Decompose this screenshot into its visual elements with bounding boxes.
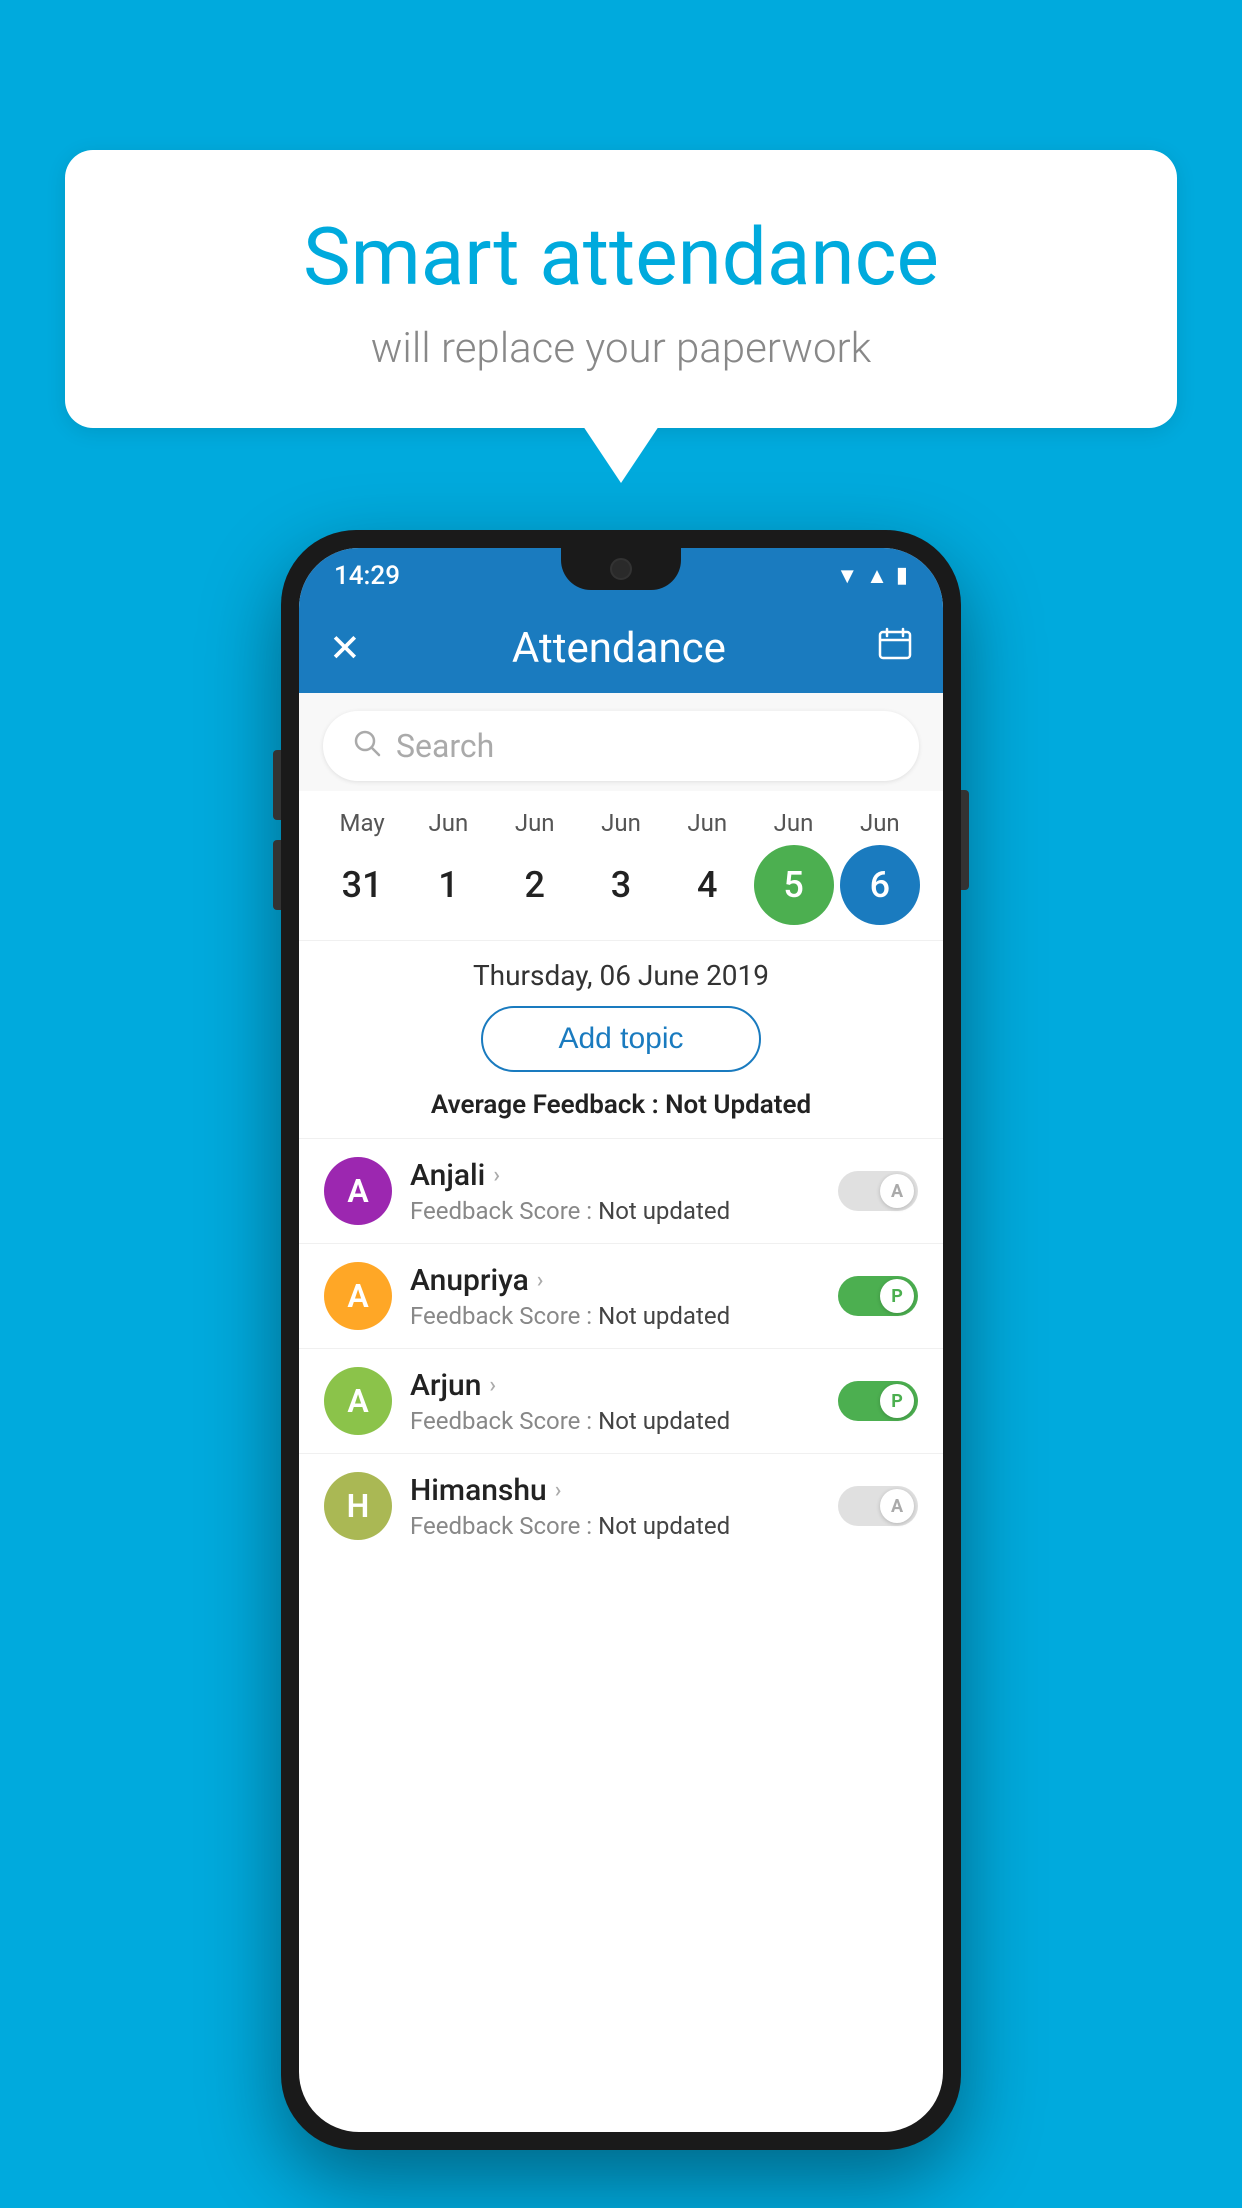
calendar-row: MayJunJunJunJunJunJun 31123456 [299,791,943,940]
search-bar-container: Search [299,693,943,791]
student-item[interactable]: A Arjun › Feedback Score : Not updated P [299,1348,943,1453]
student-item[interactable]: A Anjali › Feedback Score : Not updated A [299,1138,943,1243]
chevron-icon: › [555,1478,562,1503]
calendar-date[interactable]: 1 [408,845,488,925]
calendar-date[interactable]: 31 [322,845,402,925]
student-feedback: Feedback Score : Not updated [410,1407,820,1435]
chevron-icon: › [489,1373,496,1398]
present-toggle[interactable]: P [838,1276,918,1316]
avg-feedback-value: Not Updated [665,1090,811,1120]
absent-toggle[interactable]: A [838,1171,918,1211]
calendar-date[interactable]: 2 [495,845,575,925]
toggle-circle: A [880,1174,914,1208]
avg-feedback-label: Average Feedback : [431,1090,659,1120]
calendar-month: Jun [495,809,575,837]
bubble-subtitle: will replace your paperwork [125,324,1117,373]
volume-down-button[interactable] [273,840,281,910]
student-info: Himanshu › Feedback Score : Not updated [410,1473,820,1540]
student-feedback: Feedback Score : Not updated [410,1512,820,1540]
student-name: Himanshu › [410,1473,820,1508]
calendar-month: Jun [840,809,920,837]
chevron-icon: › [537,1268,544,1293]
phone-screen: 14:29 ▼ ▲ ▮ ✕ Attendance [299,548,943,2132]
student-item[interactable]: H Himanshu › Feedback Score : Not updated A [299,1453,943,1558]
calendar-dates[interactable]: 31123456 [309,837,933,940]
speech-bubble: Smart attendance will replace your paper… [65,150,1177,428]
student-name: Arjun › [410,1368,820,1403]
student-info: Anupriya › Feedback Score : Not updated [410,1263,820,1330]
add-topic-button[interactable]: Add topic [481,1006,761,1072]
calendar-month: Jun [408,809,488,837]
calendar-month: Jun [754,809,834,837]
wifi-icon: ▼ [836,563,858,589]
calendar-month: May [322,809,402,837]
chevron-icon: › [493,1163,500,1188]
battery-icon: ▮ [896,563,908,588]
search-placeholder-text: Search [396,727,494,765]
avg-feedback: Average Feedback : Not Updated [299,1090,943,1138]
student-name: Anjali › [410,1158,820,1193]
close-button[interactable]: ✕ [329,626,361,671]
present-toggle[interactable]: P [838,1381,918,1421]
student-list: AAnjali ›Feedback Score : Not updatedAAA… [299,1138,943,1558]
calendar-date[interactable]: 6 [840,845,920,925]
search-input[interactable]: Search [323,711,919,781]
signal-icon: ▲ [866,563,888,589]
calendar-date[interactable]: 5 [754,845,834,925]
calendar-date[interactable]: 3 [581,845,661,925]
calendar-month: Jun [581,809,661,837]
phone-mockup: 14:29 ▼ ▲ ▮ ✕ Attendance [281,530,961,2150]
toggle-circle: A [880,1489,914,1523]
phone-notch [561,548,681,590]
volume-up-button[interactable] [273,750,281,820]
status-icons: ▼ ▲ ▮ [836,563,908,589]
student-item[interactable]: A Anupriya › Feedback Score : Not updated P [299,1243,943,1348]
content-area: Thursday, 06 June 2019 Add topic Average… [299,940,943,1558]
status-time: 14:29 [334,561,400,591]
student-info: Arjun › Feedback Score : Not updated [410,1368,820,1435]
calendar-month: Jun [667,809,747,837]
student-feedback: Feedback Score : Not updated [410,1197,820,1225]
toggle-circle: P [880,1279,914,1313]
bubble-title: Smart attendance [125,210,1117,304]
search-icon [353,727,381,765]
student-avatar: A [324,1157,392,1225]
phone-outer: 14:29 ▼ ▲ ▮ ✕ Attendance [281,530,961,2150]
phone-camera [610,558,632,580]
student-avatar: A [324,1262,392,1330]
selected-date-label: Thursday, 06 June 2019 [299,940,943,1006]
calendar-months: MayJunJunJunJunJunJun [309,809,933,837]
app-bar-title: Attendance [512,624,726,673]
student-avatar: A [324,1367,392,1435]
student-feedback: Feedback Score : Not updated [410,1302,820,1330]
student-name: Anupriya › [410,1263,820,1298]
toggle-circle: P [880,1384,914,1418]
speech-bubble-container: Smart attendance will replace your paper… [65,150,1177,428]
student-avatar: H [324,1472,392,1540]
power-button[interactable] [961,790,969,890]
calendar-date[interactable]: 4 [667,845,747,925]
calendar-button[interactable] [877,626,913,671]
student-info: Anjali › Feedback Score : Not updated [410,1158,820,1225]
absent-toggle[interactable]: A [838,1486,918,1526]
app-bar: ✕ Attendance [299,603,943,693]
